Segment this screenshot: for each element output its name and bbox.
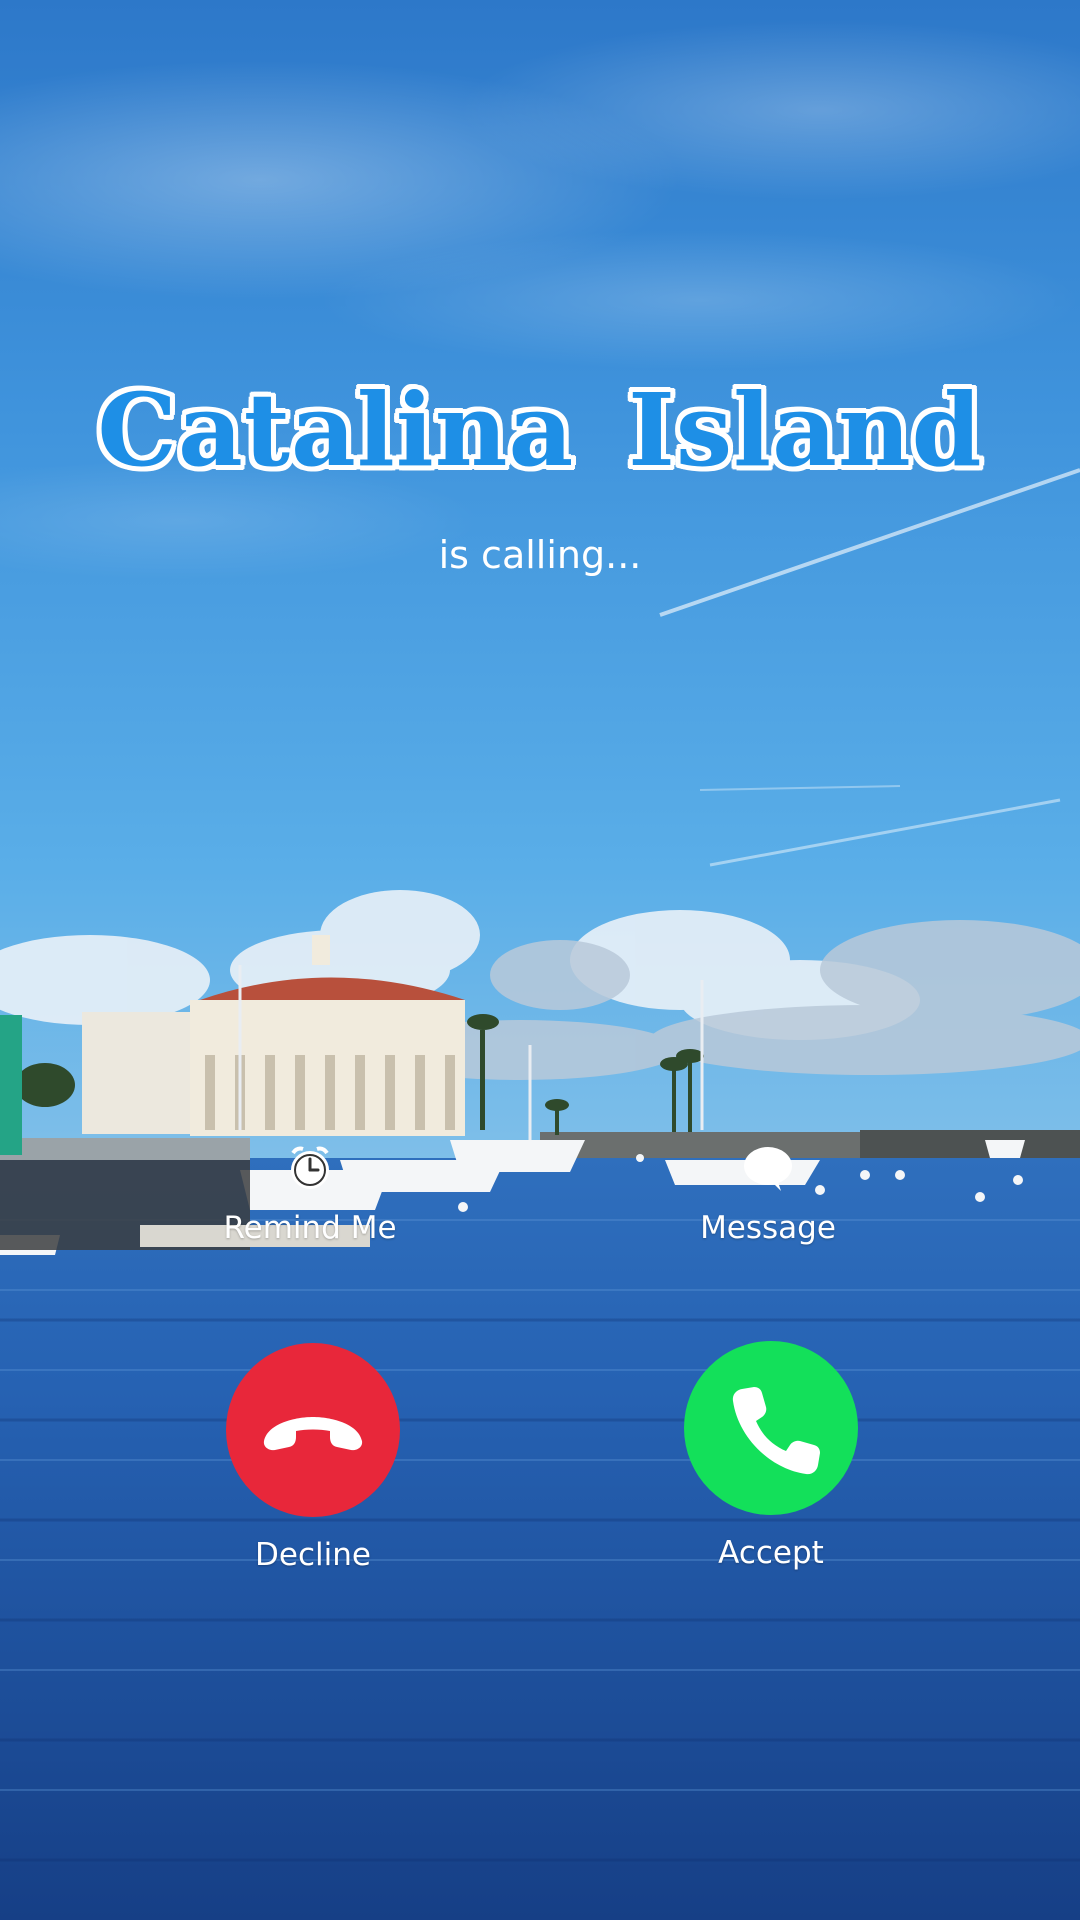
alarm-clock-icon [285,1143,335,1193]
message-button[interactable]: Message [648,1143,888,1263]
accept-circle[interactable] [684,1341,858,1515]
message-label: Message [700,1210,836,1246]
speech-bubble-icon [743,1143,793,1193]
accept-button[interactable]: Accept [651,1341,891,1591]
phone-hangup-icon [263,1417,363,1451]
remind-me-label: Remind Me [223,1210,397,1246]
phone-icon [732,1387,820,1475]
remind-me-button[interactable]: Remind Me [190,1143,430,1263]
decline-label: Decline [255,1537,371,1573]
wallpaper-harbor-scene [0,0,1080,1920]
decline-circle[interactable] [226,1343,400,1517]
accept-label: Accept [718,1535,824,1571]
calling-status: is calling... [438,533,642,577]
decline-button[interactable]: Decline [193,1343,433,1593]
caller-name: Catalina Island [97,371,983,489]
